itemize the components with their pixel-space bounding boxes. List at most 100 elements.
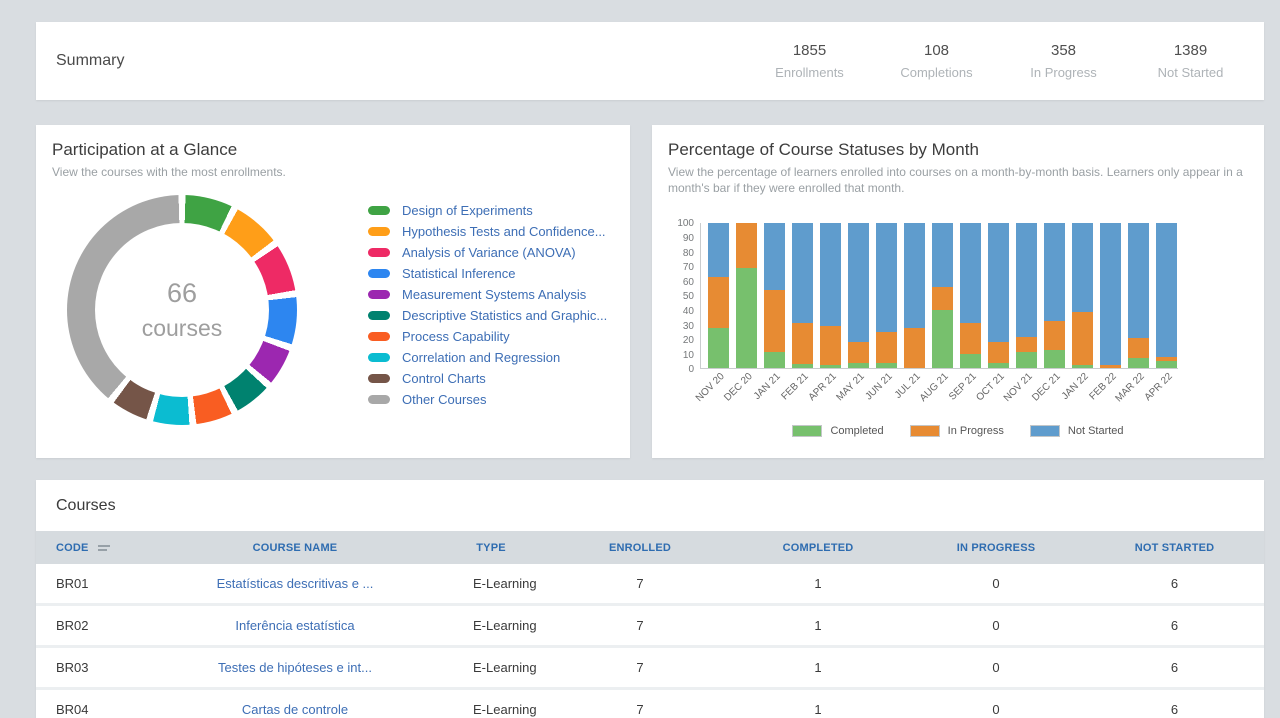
column-header-completed[interactable]: COMPLETED xyxy=(729,542,907,554)
bar-segment-completed xyxy=(764,352,785,368)
legend-label[interactable]: Control Charts xyxy=(402,371,486,386)
y-tick-label: 80 xyxy=(683,249,694,259)
legend-swatch xyxy=(368,290,390,299)
bar-segment-completed xyxy=(932,310,953,368)
summary-metrics: 1855Enrollments108Completions358In Progr… xyxy=(746,42,1254,80)
bar-segment-completed xyxy=(1072,365,1093,368)
donut-legend-item: Statistical Inference xyxy=(368,263,607,284)
y-tick-label: 0 xyxy=(688,365,694,375)
participation-body: 66 courses Design of Experiments Hypothes… xyxy=(52,180,614,425)
bar-chart-plot xyxy=(700,223,1178,369)
bar-segment-not-started xyxy=(708,223,729,277)
bar-segment-not-started xyxy=(764,223,785,290)
donut-legend-item: Hypothesis Tests and Confidence... xyxy=(368,221,607,242)
course-name-link[interactable]: Estatísticas descritivas e ... xyxy=(159,576,431,591)
bar-segment-in-progress xyxy=(1128,338,1149,358)
bar-chart-y-axis: 0102030405060708090100 xyxy=(668,223,700,369)
bar-segment-not-started xyxy=(1072,223,1093,311)
donut-legend-item: Other Courses xyxy=(368,389,607,410)
bar-segment-completed xyxy=(876,363,897,369)
column-header-label: NOT STARTED xyxy=(1135,542,1215,554)
summary-metric: 1389Not Started xyxy=(1127,42,1254,80)
course-in-progress: 0 xyxy=(907,702,1085,717)
statuses-subtitle: View the percentage of learners enrolled… xyxy=(668,164,1243,196)
legend-label[interactable]: Analysis of Variance (ANOVA) xyxy=(402,245,576,260)
course-name-link[interactable]: Inferência estatística xyxy=(159,618,431,633)
legend-label[interactable]: Hypothesis Tests and Confidence... xyxy=(402,224,606,239)
bar-legend-item: In Progress xyxy=(910,425,1004,437)
sort-icon[interactable] xyxy=(98,545,110,551)
stacked-bar xyxy=(1044,223,1065,368)
donut-center-value: 66 xyxy=(167,278,197,309)
table-row: BR02Inferência estatísticaE-Learning7106 xyxy=(36,606,1264,648)
course-completed: 1 xyxy=(729,576,907,591)
legend-swatch xyxy=(792,425,822,437)
course-code: BR04 xyxy=(36,702,159,717)
stacked-bar xyxy=(792,223,813,368)
donut-legend-item: Descriptive Statistics and Graphic... xyxy=(368,305,607,326)
bar-legend-item: Completed xyxy=(792,425,883,437)
legend-label[interactable]: Correlation and Regression xyxy=(402,350,560,365)
course-enrolled: 7 xyxy=(551,660,729,675)
legend-swatch xyxy=(368,311,390,320)
bar-segment-not-started xyxy=(792,223,813,323)
bar-segment-not-started xyxy=(1016,223,1037,336)
column-header-code[interactable]: CODE xyxy=(36,542,159,554)
table-row: BR04Cartas de controleE-Learning7106 xyxy=(36,690,1264,718)
course-enrolled: 7 xyxy=(551,576,729,591)
bar-segment-completed xyxy=(1016,352,1037,368)
legend-label[interactable]: Other Courses xyxy=(402,392,487,407)
column-header-label: COMPLETED xyxy=(783,542,854,554)
stacked-bar xyxy=(1128,223,1149,368)
column-header-enrolled[interactable]: ENROLLED xyxy=(551,542,729,554)
courses-table-header: CODE COURSE NAME TYPE ENROLLED COMPLETED IN P… xyxy=(36,531,1264,564)
column-header-course-name[interactable]: COURSE NAME xyxy=(159,542,431,554)
bar-segment-not-started xyxy=(932,223,953,287)
summary-metric: 358In Progress xyxy=(1000,42,1127,80)
bar-chart-legend: CompletedIn ProgressNot Started xyxy=(668,425,1248,437)
bar-segment-not-started xyxy=(1128,223,1149,338)
bar-segment-completed xyxy=(820,365,841,368)
donut-legend-item: Measurement Systems Analysis xyxy=(368,284,607,305)
legend-label[interactable]: Measurement Systems Analysis xyxy=(402,287,586,302)
summary-metric: 108Completions xyxy=(873,42,1000,80)
legend-label[interactable]: Process Capability xyxy=(402,329,510,344)
legend-label[interactable]: Descriptive Statistics and Graphic... xyxy=(402,308,607,323)
y-tick-label: 20 xyxy=(683,336,694,346)
legend-swatch xyxy=(368,227,390,236)
legend-label[interactable]: Design of Experiments xyxy=(402,203,533,218)
bar-segment-not-started xyxy=(988,223,1009,342)
donut-center-label: courses xyxy=(142,315,223,342)
column-header-label: COURSE NAME xyxy=(253,542,338,554)
column-header-in-progress[interactable]: IN PROGRESS xyxy=(907,542,1085,554)
course-not-started: 6 xyxy=(1085,660,1264,675)
course-type: E-Learning xyxy=(431,702,551,717)
column-header-label: TYPE xyxy=(476,542,506,554)
column-header-type[interactable]: TYPE xyxy=(431,542,551,554)
bar-segment-completed xyxy=(848,363,869,369)
bar-segment-not-started xyxy=(876,223,897,332)
legend-swatch xyxy=(910,425,940,437)
bar-segment-not-started xyxy=(1156,223,1177,356)
legend-label[interactable]: Statistical Inference xyxy=(402,266,515,281)
legend-swatch xyxy=(368,395,390,404)
course-enrolled: 7 xyxy=(551,702,729,717)
donut-center: 66 courses xyxy=(95,223,269,397)
course-name-link[interactable]: Testes de hipóteses e int... xyxy=(159,660,431,675)
course-name-link[interactable]: Cartas de controle xyxy=(159,702,431,717)
bar-segment-not-started xyxy=(1044,223,1065,320)
column-header-label: CODE xyxy=(56,542,89,554)
stacked-bar xyxy=(932,223,953,368)
legend-swatch xyxy=(368,332,390,341)
bar-segment-completed xyxy=(708,328,729,369)
bar-segment-in-progress xyxy=(904,328,925,369)
stacked-bar xyxy=(848,223,869,368)
y-tick-label: 100 xyxy=(677,219,694,229)
y-tick-label: 90 xyxy=(683,234,694,244)
column-header-not-started[interactable]: NOT STARTED xyxy=(1085,542,1264,554)
bar-segment-in-progress xyxy=(1016,337,1037,353)
bar-segment-in-progress xyxy=(988,342,1009,362)
donut-legend-item: Design of Experiments xyxy=(368,200,607,221)
bar-segment-in-progress xyxy=(708,277,729,328)
legend-swatch xyxy=(368,248,390,257)
